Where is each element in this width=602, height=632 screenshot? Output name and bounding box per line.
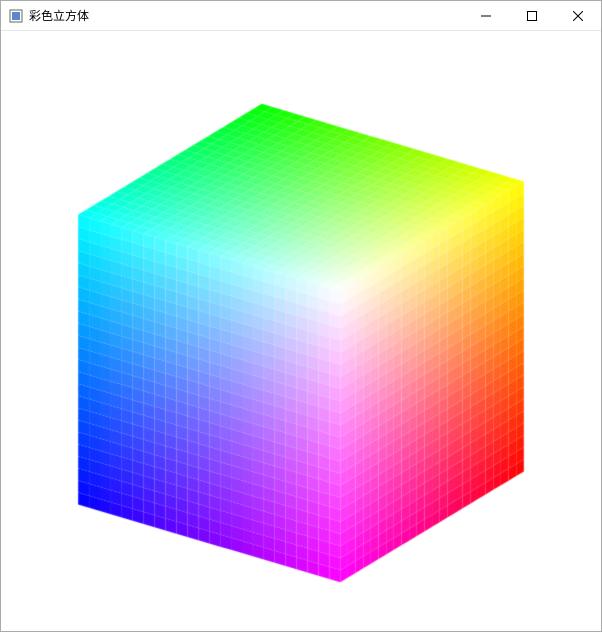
close-icon (573, 11, 583, 21)
app-icon (9, 9, 23, 23)
maximize-icon (527, 11, 537, 21)
render-viewport[interactable] (1, 31, 601, 631)
window-controls (463, 1, 601, 30)
minimize-icon (481, 11, 491, 21)
minimize-button[interactable] (463, 1, 509, 30)
maximize-button[interactable] (509, 1, 555, 30)
color-cube-canvas (1, 31, 601, 631)
titlebar-left: 彩色立方体 (9, 7, 89, 24)
titlebar[interactable]: 彩色立方体 (1, 1, 601, 31)
window-title: 彩色立方体 (29, 7, 89, 24)
close-button[interactable] (555, 1, 601, 30)
